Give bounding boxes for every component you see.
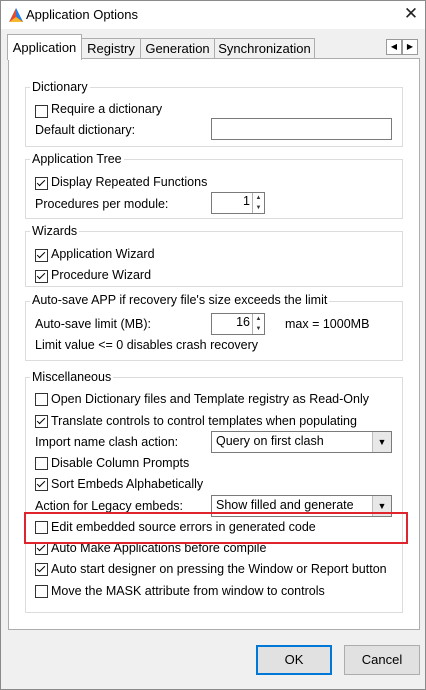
dictionary-group-label: Dictionary [30,80,90,94]
display-repeated-label: Display Repeated Functions [51,175,208,189]
procedure-wizard-checkbox[interactable] [35,270,48,283]
chevron-down-icon[interactable]: ▼ [372,432,391,452]
open-readonly-label: Open Dictionary files and Template regis… [51,392,369,406]
procedures-per-module-value: 1 [243,194,250,208]
application-tree-group-label: Application Tree [30,152,124,166]
auto-start-designer-label: Auto start designer on pressing the Wind… [51,562,387,576]
display-repeated-checkbox[interactable] [35,177,48,190]
require-dictionary-checkbox[interactable] [35,105,48,118]
tab-registry[interactable]: Registry [81,38,141,59]
wizards-group-label: Wizards [30,224,80,238]
spinner-arrows-icon[interactable]: ▲ ▼ [252,193,264,213]
procedures-per-module-spinner[interactable]: 1 ▲ ▼ [211,192,265,214]
disable-column-prompts-label: Disable Column Prompts [51,456,190,470]
move-mask-checkbox[interactable] [35,585,48,598]
legacy-embeds-value: Show filled and generate [216,498,354,512]
translate-controls-label: Translate controls to control templates … [51,414,357,428]
autosave-max-text: max = 1000MB [285,317,370,331]
app-logo-icon [9,8,23,22]
close-icon[interactable]: ✕ [400,3,422,25]
application-wizard-label: Application Wizard [51,247,155,261]
application-wizard-checkbox[interactable] [35,249,48,262]
procedure-wizard-label: Procedure Wizard [51,268,152,282]
import-clash-label: Import name clash action: [35,435,179,449]
miscellaneous-group-label: Miscellaneous [30,370,114,384]
tab-scroll-left-icon[interactable]: ◀ [386,39,402,55]
sort-embeds-label: Sort Embeds Alphabetically [51,477,204,491]
autosave-limit-spinner[interactable]: 16 ▲ ▼ [211,313,265,335]
import-clash-select[interactable]: Query on first clash ▼ [211,431,392,453]
disable-column-prompts-checkbox[interactable] [35,457,48,470]
autosave-note: Limit value <= 0 disables crash recovery [35,338,259,352]
default-dictionary-label: Default dictionary: [35,123,136,137]
title-bar: Application Options ✕ [1,1,425,29]
ok-button[interactable]: OK [256,645,332,675]
tab-scroll-right-icon[interactable]: ▶ [402,39,418,55]
spinner-arrows-icon[interactable]: ▲ ▼ [252,314,264,334]
tab-generation[interactable]: Generation [140,38,215,59]
highlight-annotation [24,512,408,544]
autosave-group-label: Auto-save APP if recovery file's size ex… [30,293,330,307]
import-clash-value: Query on first clash [216,434,324,448]
cancel-button[interactable]: Cancel [344,645,420,675]
autosave-limit-value: 16 [236,315,250,329]
legacy-embeds-label: Action for Legacy embeds: [35,499,183,513]
move-mask-label: Move the MASK attribute from window to c… [51,584,325,598]
procedures-per-module-label: Procedures per module: [35,197,169,211]
tab-application[interactable]: Application [7,34,82,60]
tab-panel: Dictionary Require a dictionary Default … [8,58,420,630]
auto-start-designer-checkbox[interactable] [35,563,48,576]
tab-synchronization[interactable]: Synchronization [214,38,315,59]
default-dictionary-input[interactable] [211,118,392,140]
open-readonly-checkbox[interactable] [35,393,48,406]
sort-embeds-checkbox[interactable] [35,478,48,491]
translate-controls-checkbox[interactable] [35,415,48,428]
require-dictionary-label: Require a dictionary [51,102,163,116]
dialog-window: Application Options ✕ Application Regist… [0,0,426,690]
window-title: Application Options [26,7,139,22]
autosave-limit-label: Auto-save limit (MB): [35,317,151,331]
